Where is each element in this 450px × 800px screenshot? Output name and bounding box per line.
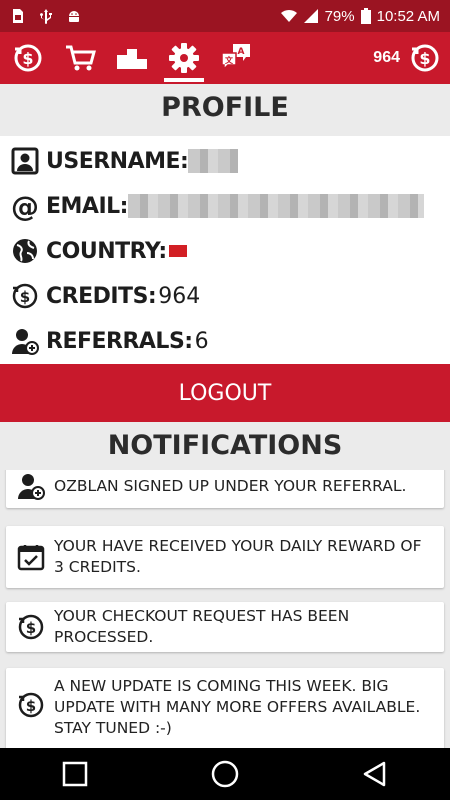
balance-display: 964 $ — [373, 41, 450, 75]
notification-item[interactable]: $ A NEW UPDATE IS COMING THIS WEEK. BIG … — [6, 668, 444, 748]
notification-text: YOUR CHECKOUT REQUEST HAS BEEN PROCESSED… — [54, 607, 350, 646]
clock: 10:52 AM — [376, 7, 440, 25]
username-value-redacted — [188, 149, 239, 173]
svg-text:$: $ — [26, 619, 36, 637]
svg-text:$: $ — [26, 697, 36, 715]
wifi-icon — [280, 9, 297, 22]
android-icon — [69, 11, 79, 22]
svg-text:$: $ — [419, 49, 430, 68]
notification-text: OZBLAN SIGNED UP UNDER YOUR REFERRAL. — [54, 476, 407, 495]
gear-icon — [169, 43, 199, 73]
referrals-label: REFERRALS: — [46, 328, 193, 354]
notification-text: A NEW UPDATE IS COMING THIS WEEK. BIG UP… — [54, 677, 421, 737]
tab-leaderboard[interactable] — [106, 32, 158, 84]
notification-item[interactable]: $ YOUR CHECKOUT REQUEST HAS BEEN PROCESS… — [6, 602, 444, 652]
calendar-check-icon — [16, 542, 46, 572]
globe-icon — [10, 236, 40, 266]
top-toolbar: $ A 文 964 $ — [0, 32, 450, 84]
credits-row: $ CREDITS: 964 — [10, 279, 200, 313]
chat-icon: A 文 — [221, 44, 250, 71]
circle-icon — [211, 760, 239, 788]
dollar-cycle-icon: $ — [411, 44, 439, 72]
notification-text: YOUR HAVE RECEIVED YOUR DAILY REWARD OF … — [54, 537, 422, 576]
svg-text:A: A — [238, 47, 245, 57]
dollar-cycle-icon: $ — [16, 612, 46, 642]
home-button[interactable] — [205, 754, 245, 794]
referrals-value: 6 — [194, 328, 209, 354]
profile-card: USERNAME: @ EMAIL: COUNTRY: $ CREDITS: 9… — [0, 136, 450, 364]
credits-value: 964 — [158, 283, 201, 309]
svg-text:$: $ — [20, 288, 30, 306]
add-user-icon — [16, 471, 46, 501]
signal-icon — [303, 9, 318, 23]
tab-chat[interactable]: A 文 — [210, 32, 262, 84]
username-label: USERNAME: — [46, 148, 189, 174]
sim-icon — [13, 9, 23, 23]
tab-settings[interactable] — [158, 32, 210, 84]
dollar-cycle-icon: $ — [14, 44, 42, 72]
email-value-redacted — [127, 194, 424, 218]
tab-shop[interactable] — [54, 32, 106, 84]
country-flag-icon — [168, 245, 187, 257]
username-row: USERNAME: — [10, 144, 239, 178]
battery-icon — [360, 8, 371, 24]
svg-text:文: 文 — [225, 55, 234, 65]
notifications-list[interactable]: OZBLAN SIGNED UP UNDER YOUR REFERRAL. YO… — [0, 470, 450, 748]
user-id-icon — [10, 146, 40, 176]
usb-icon — [40, 9, 52, 24]
svg-text:$: $ — [22, 49, 33, 68]
podium-icon — [117, 49, 147, 69]
status-bar: 79% 10:52 AM — [0, 0, 450, 32]
country-row: COUNTRY: — [10, 234, 187, 268]
dollar-cycle-icon: $ — [10, 281, 40, 311]
email-row: @ EMAIL: — [10, 189, 424, 223]
battery-percent: 79% — [324, 7, 355, 25]
square-icon — [62, 761, 88, 787]
back-button[interactable] — [355, 754, 395, 794]
profile-title: PROFILE — [161, 92, 289, 123]
credits-label: CREDITS: — [46, 283, 157, 309]
recents-button[interactable] — [55, 754, 95, 794]
system-nav-bar — [0, 748, 450, 800]
triangle-back-icon — [363, 761, 386, 787]
country-label: COUNTRY: — [46, 238, 167, 264]
svg-text:@: @ — [11, 191, 39, 221]
notification-item[interactable]: OZBLAN SIGNED UP UNDER YOUR REFERRAL. — [6, 470, 444, 508]
dollar-cycle-icon: $ — [16, 690, 46, 720]
email-label: EMAIL: — [46, 193, 128, 219]
at-icon: @ — [10, 191, 40, 221]
notification-item[interactable]: YOUR HAVE RECEIVED YOUR DAILY REWARD OF … — [6, 526, 444, 588]
add-user-icon — [10, 326, 40, 356]
logout-button[interactable]: LOGOUT — [0, 364, 450, 422]
notifications-title: NOTIFICATIONS — [107, 430, 343, 461]
tab-credits-exchange[interactable]: $ — [2, 32, 54, 84]
balance-value: 964 — [373, 49, 400, 66]
cart-icon — [66, 45, 96, 71]
referrals-row: REFERRALS: 6 — [10, 324, 209, 358]
